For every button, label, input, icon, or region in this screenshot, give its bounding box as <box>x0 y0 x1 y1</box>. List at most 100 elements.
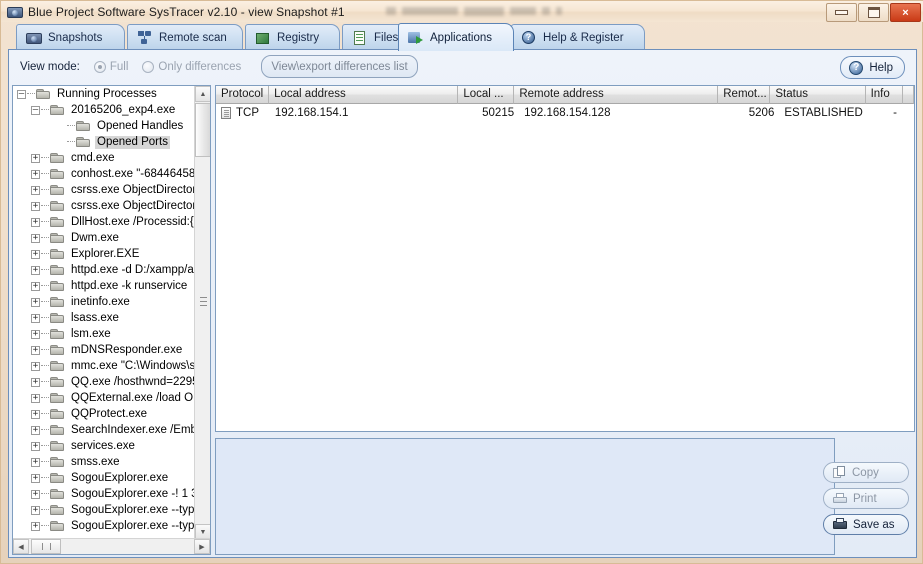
expand-icon[interactable]: + <box>31 457 40 467</box>
tree-node-csrss-exe-2[interactable]: + csrss.exe ObjectDirector <box>13 198 196 214</box>
tab-remote-scan[interactable]: Remote scan <box>127 24 243 50</box>
radio-full[interactable]: Full <box>93 60 128 73</box>
expand-icon[interactable]: + <box>31 425 40 435</box>
print-button[interactable]: Print <box>823 488 909 509</box>
tree-node-dllhost-exe[interactable]: + DllHost.exe /Processid:{1 <box>13 214 196 230</box>
tree-node-httpd-exe-k[interactable]: + httpd.exe -k runservice <box>13 278 196 294</box>
tree-node-csrss-exe-1[interactable]: + csrss.exe ObjectDirector <box>13 182 196 198</box>
column-header-status[interactable]: Status <box>770 86 866 104</box>
expand-icon[interactable]: + <box>31 233 40 243</box>
expand-icon[interactable]: + <box>31 249 40 259</box>
expand-icon[interactable]: + <box>31 329 40 339</box>
close-button[interactable]: × <box>890 3 921 22</box>
column-header-info[interactable]: Info <box>865 86 904 104</box>
column-header-protocol[interactable]: Protocol <box>216 86 270 104</box>
expand-icon[interactable]: + <box>31 473 40 483</box>
tree-node-opened-ports[interactable]: Opened Ports <box>13 134 196 150</box>
tree-node-conhost-exe[interactable]: + conhost.exe "-68446458 <box>13 166 196 182</box>
maximize-button[interactable] <box>858 3 889 22</box>
expand-icon[interactable]: + <box>31 313 40 323</box>
collapse-icon[interactable]: – <box>17 89 26 99</box>
tree-node-smss-exe[interactable]: + smss.exe <box>13 454 196 470</box>
tree-vertical-scrollbar[interactable]: ▲ ▼ <box>194 86 210 540</box>
help-button-label: Help <box>869 61 893 74</box>
action-buttons: Copy Print Save as <box>823 462 909 535</box>
expand-icon[interactable]: + <box>31 377 40 387</box>
tab-content-applications: View mode: Full Only differences View\ex… <box>8 49 917 558</box>
expand-icon[interactable]: + <box>31 217 40 227</box>
tree-node-httpd-exe-d[interactable]: + httpd.exe -d D:/xampp/ap <box>13 262 196 278</box>
expand-icon[interactable]: + <box>31 521 40 531</box>
splitter-grip-icon[interactable] <box>195 296 210 307</box>
tree-node-running-processes[interactable]: – Running Processes <box>13 86 196 102</box>
tree-node-qqprotect-exe[interactable]: + QQProtect.exe <box>13 406 196 422</box>
expand-icon[interactable]: + <box>31 281 40 291</box>
tree-node-20165206-exp4[interactable]: – 20165206_exp4.exe <box>13 102 196 118</box>
tree-node-inetinfo-exe[interactable]: + inetinfo.exe <box>13 294 196 310</box>
tab-help-register[interactable]: Help & Register <box>511 24 645 50</box>
expand-icon[interactable]: + <box>31 201 40 211</box>
column-header-local-address[interactable]: Local address <box>269 86 459 104</box>
copy-button[interactable]: Copy <box>823 462 909 483</box>
tree-node-dwm-exe[interactable]: + Dwm.exe <box>13 230 196 246</box>
minimize-button[interactable] <box>826 3 857 22</box>
tree-node-lsm-exe[interactable]: + lsm.exe <box>13 326 196 342</box>
tab-snapshots[interactable]: Snapshots <box>16 24 125 50</box>
tree-node-cmd-exe[interactable]: + cmd.exe <box>13 150 196 166</box>
tab-strip: Snapshots Remote scan Registry Files App… <box>8 23 917 51</box>
expand-icon[interactable]: + <box>31 345 40 355</box>
tree-node-searchindexer-exe[interactable]: + SearchIndexer.exe /Emb <box>13 422 196 438</box>
collapse-icon[interactable]: – <box>31 105 40 115</box>
tree-node-opened-handles[interactable]: Opened Handles <box>13 118 196 134</box>
table-row[interactable]: TCP 192.168.154.1 50215 192.168.154.128 … <box>216 104 914 122</box>
expand-icon[interactable]: + <box>31 169 40 179</box>
tree-node-label: httpd.exe -d D:/xampp/ap <box>71 263 196 276</box>
tree-connector <box>41 221 49 223</box>
help-button[interactable]: Help <box>840 56 905 79</box>
radio-only-differences[interactable]: Only differences <box>142 60 241 73</box>
column-header-remote-port[interactable]: Remot... <box>718 86 771 104</box>
tree-node-sogouexplorer-exe-1[interactable]: + SogouExplorer.exe <box>13 470 196 486</box>
tree-connector <box>41 429 49 431</box>
tree-node-mdnsresponder-exe[interactable]: + mDNSResponder.exe <box>13 342 196 358</box>
expand-icon[interactable]: + <box>31 393 40 403</box>
scroll-up-arrow-icon[interactable]: ▲ <box>195 86 210 102</box>
tree-node-sogouexplorer-exe-3[interactable]: + SogouExplorer.exe --typ <box>13 502 196 518</box>
expand-icon[interactable]: + <box>31 489 40 499</box>
scroll-right-arrow-icon[interactable]: ▶ <box>194 539 210 554</box>
expand-icon[interactable]: + <box>31 361 40 371</box>
save-as-button[interactable]: Save as <box>823 514 909 535</box>
view-export-differences-button[interactable]: View\export differences list <box>261 55 418 78</box>
expand-icon[interactable]: + <box>31 409 40 419</box>
tree-horizontal-scrollbar[interactable]: ◀ ▶ <box>13 538 210 554</box>
tree-node-explorer-exe[interactable]: + Explorer.EXE <box>13 246 196 262</box>
tree-node-services-exe[interactable]: + services.exe <box>13 438 196 454</box>
ports-table-panel[interactable]: Protocol Local address Local ... Remote … <box>215 85 915 432</box>
scroll-left-arrow-icon[interactable]: ◀ <box>13 539 29 554</box>
expand-icon[interactable]: + <box>31 505 40 515</box>
tree-node-lsass-exe[interactable]: + lsass.exe <box>13 310 196 326</box>
folder-icon <box>50 200 65 212</box>
tab-registry[interactable]: Registry <box>245 24 340 50</box>
tree-scroll-thumb[interactable] <box>195 103 210 157</box>
tree-node-label: Explorer.EXE <box>71 247 140 260</box>
expand-icon[interactable]: + <box>31 153 40 163</box>
tree-node-mmc-exe[interactable]: + mmc.exe "C:\Windows\s <box>13 358 196 374</box>
tree-node-sogouexplorer-exe-2[interactable]: + SogouExplorer.exe -! 1 3 <box>13 486 196 502</box>
tree-connector <box>41 237 49 239</box>
column-header-local-port[interactable]: Local ... <box>458 86 515 104</box>
expand-icon[interactable]: + <box>31 297 40 307</box>
tree-node-qqexternal-exe[interactable]: + QQExternal.exe /load OP <box>13 390 196 406</box>
tree-node-qq-exe[interactable]: + QQ.exe /hosthwnd=2295 <box>13 374 196 390</box>
expand-icon[interactable]: + <box>31 185 40 195</box>
column-header-remote-address[interactable]: Remote address <box>514 86 719 104</box>
tab-applications[interactable]: Applications <box>398 23 514 51</box>
folder-icon <box>36 88 51 100</box>
detail-pane[interactable] <box>215 438 835 555</box>
radio-dot-icon <box>142 60 155 73</box>
expand-icon[interactable]: + <box>31 265 40 275</box>
process-tree-panel[interactable]: – Running Processes – 20165206_exp4.exe … <box>12 85 211 555</box>
expand-icon[interactable]: + <box>31 441 40 451</box>
tree-node-sogouexplorer-exe-4[interactable]: + SogouExplorer.exe --typ <box>13 518 196 534</box>
tree-hscroll-thumb[interactable] <box>31 539 61 554</box>
